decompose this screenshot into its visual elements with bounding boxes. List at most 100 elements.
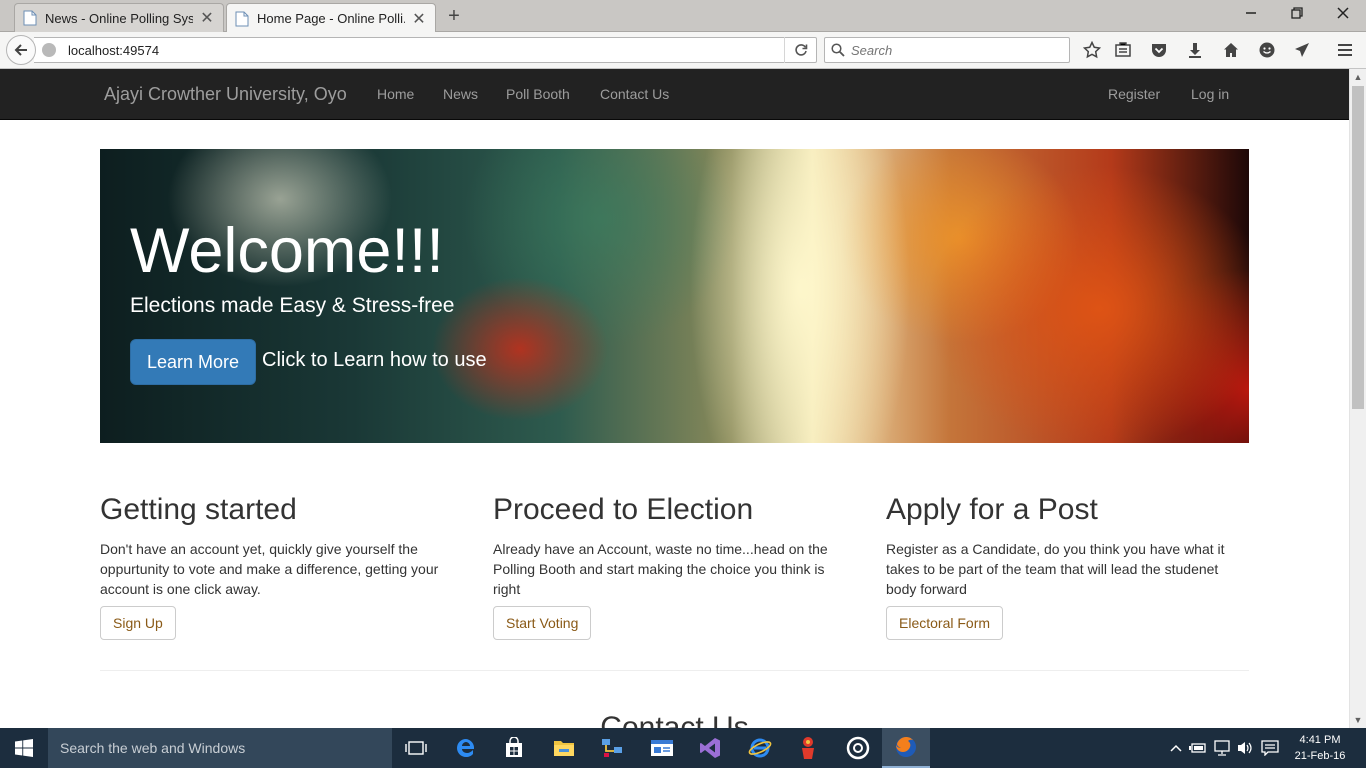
column-heading: Proceed to Election bbox=[493, 493, 754, 526]
welcome-lead: Elections made Easy & Stress-free bbox=[130, 294, 455, 317]
home-icon[interactable] bbox=[1219, 38, 1243, 62]
taskbar-search-box[interactable]: Search the web and Windows bbox=[48, 728, 392, 768]
clock-time: 4:41 PM bbox=[1299, 734, 1341, 746]
contact-us-heading: Contact Us bbox=[600, 711, 749, 728]
show-hidden-icons-icon[interactable] bbox=[1166, 738, 1186, 758]
firefox-icon bbox=[896, 737, 916, 757]
file-explorer-button[interactable] bbox=[540, 728, 588, 768]
internet-explorer-icon bbox=[748, 738, 772, 758]
game-app-button[interactable] bbox=[784, 728, 832, 768]
back-arrow-icon bbox=[14, 44, 27, 56]
welcome-jumbotron: Welcome!!! Elections made Easy & Stress-… bbox=[100, 149, 1249, 443]
nav-poll-booth[interactable]: Poll Booth bbox=[506, 86, 570, 102]
disc-icon bbox=[846, 736, 870, 760]
site-identity-icon[interactable] bbox=[42, 43, 56, 57]
start-button[interactable] bbox=[0, 728, 48, 768]
edge-browser-button[interactable] bbox=[442, 728, 490, 768]
scroll-up-arrow-icon[interactable]: ▲ bbox=[1350, 69, 1366, 85]
back-button[interactable] bbox=[6, 35, 36, 65]
network-app-button[interactable] bbox=[588, 728, 636, 768]
column-heading: Getting started bbox=[100, 493, 297, 526]
search-input[interactable] bbox=[851, 42, 1051, 58]
hello-chat-icon[interactable] bbox=[1255, 38, 1279, 62]
search-icon bbox=[831, 43, 845, 57]
windows-taskbar: Search the web and Windows 4:41 PM 21-Fe… bbox=[0, 728, 1366, 768]
getting-started-column: Getting started Don't have an account ye… bbox=[100, 493, 462, 640]
search-bar[interactable] bbox=[824, 37, 1070, 63]
restore-button[interactable] bbox=[1274, 0, 1320, 30]
site-brand[interactable]: Ajayi Crowther University, Oyo bbox=[104, 84, 347, 105]
task-view-button[interactable] bbox=[392, 728, 440, 768]
visual-studio-window-button[interactable] bbox=[638, 728, 686, 768]
apply-for-post-column: Apply for a Post Register as a Candidate… bbox=[886, 493, 1248, 640]
restore-icon bbox=[1291, 7, 1303, 19]
nav-news[interactable]: News bbox=[443, 86, 478, 102]
close-tab-icon[interactable]: ✕ bbox=[411, 9, 427, 29]
learn-more-note: Click to Learn how to use bbox=[262, 349, 487, 371]
close-icon bbox=[1337, 7, 1349, 19]
column-text: Register as a Candidate, do you think yo… bbox=[886, 541, 1225, 597]
tab-home-page[interactable]: Home Page - Online Polli... ✕ bbox=[226, 3, 436, 33]
taskbar-clock[interactable]: 4:41 PM 21-Feb-16 bbox=[1292, 732, 1348, 764]
page-viewport: Ajayi Crowther University, Oyo Home News… bbox=[0, 69, 1349, 728]
scroll-down-arrow-icon[interactable]: ▼ bbox=[1350, 712, 1366, 728]
url-text[interactable]: localhost:49574 bbox=[68, 43, 784, 58]
download-icon[interactable] bbox=[1183, 38, 1207, 62]
task-view-icon bbox=[405, 741, 427, 755]
electoral-form-button[interactable]: Electoral Form bbox=[886, 606, 1004, 640]
sign-up-button[interactable]: Sign Up bbox=[100, 606, 176, 640]
visual-studio-button[interactable] bbox=[686, 728, 734, 768]
edge-icon bbox=[457, 739, 474, 757]
store-bag-icon bbox=[506, 737, 522, 757]
minimize-button[interactable] bbox=[1228, 0, 1274, 30]
nav-contact-us[interactable]: Contact Us bbox=[600, 86, 669, 102]
action-center-icon[interactable] bbox=[1260, 738, 1280, 758]
scrollbar-thumb[interactable] bbox=[1352, 86, 1364, 409]
tab-news[interactable]: News - Online Polling Syst... ✕ bbox=[14, 3, 224, 32]
reload-icon bbox=[794, 44, 807, 56]
store-button[interactable] bbox=[490, 728, 538, 768]
windows-logo-icon bbox=[15, 739, 33, 757]
firefox-button[interactable] bbox=[882, 728, 930, 768]
network-icon[interactable] bbox=[1212, 738, 1232, 758]
window-app-icon bbox=[651, 740, 673, 756]
send-icon[interactable] bbox=[1290, 38, 1314, 62]
bookmark-star-icon[interactable] bbox=[1080, 38, 1104, 62]
battery-icon[interactable] bbox=[1188, 738, 1208, 758]
clock-date: 21-Feb-16 bbox=[1294, 750, 1346, 762]
pocket-icon[interactable] bbox=[1147, 38, 1171, 62]
internet-explorer-button[interactable] bbox=[736, 728, 784, 768]
navigation-toolbar: localhost:49574 bbox=[0, 32, 1366, 69]
site-navbar: Ajayi Crowther University, Oyo Home News… bbox=[0, 69, 1349, 120]
folder-icon bbox=[554, 741, 574, 756]
close-tab-icon[interactable]: ✕ bbox=[199, 8, 215, 28]
proceed-to-election-column: Proceed to Election Already have an Acco… bbox=[493, 493, 855, 640]
visual-studio-icon bbox=[700, 738, 720, 758]
learn-more-button[interactable]: Learn More bbox=[130, 339, 256, 385]
welcome-title: Welcome!!! bbox=[130, 216, 444, 286]
reading-list-icon[interactable] bbox=[1111, 38, 1135, 62]
section-divider bbox=[100, 670, 1249, 671]
tab-title: Home Page - Online Polli... bbox=[257, 11, 405, 26]
new-tab-button[interactable]: + bbox=[442, 4, 466, 28]
page-scrollbar[interactable]: ▲ ▼ bbox=[1349, 69, 1366, 728]
media-app-button[interactable] bbox=[834, 728, 882, 768]
column-heading: Apply for a Post bbox=[886, 493, 1098, 526]
menu-icon[interactable] bbox=[1333, 38, 1357, 62]
nav-register[interactable]: Register bbox=[1108, 86, 1160, 102]
column-text: Don't have an account yet, quickly give … bbox=[100, 541, 439, 597]
tab-strip: News - Online Polling Syst... ✕ Home Pag… bbox=[0, 0, 1366, 33]
nav-login[interactable]: Log in bbox=[1191, 86, 1229, 102]
close-window-button[interactable] bbox=[1320, 0, 1366, 30]
page-icon bbox=[23, 10, 37, 26]
nav-home[interactable]: Home bbox=[377, 86, 414, 102]
network-tool-icon bbox=[602, 739, 622, 757]
minimize-icon bbox=[1246, 12, 1256, 14]
start-voting-button[interactable]: Start Voting bbox=[493, 606, 592, 640]
column-text: Already have an Account, waste no time..… bbox=[493, 541, 828, 597]
address-bar[interactable]: localhost:49574 bbox=[34, 37, 817, 63]
volume-icon[interactable] bbox=[1235, 738, 1255, 758]
game-figure-icon bbox=[802, 737, 814, 759]
reload-button[interactable] bbox=[784, 37, 816, 63]
tab-title: News - Online Polling Syst... bbox=[45, 10, 193, 26]
